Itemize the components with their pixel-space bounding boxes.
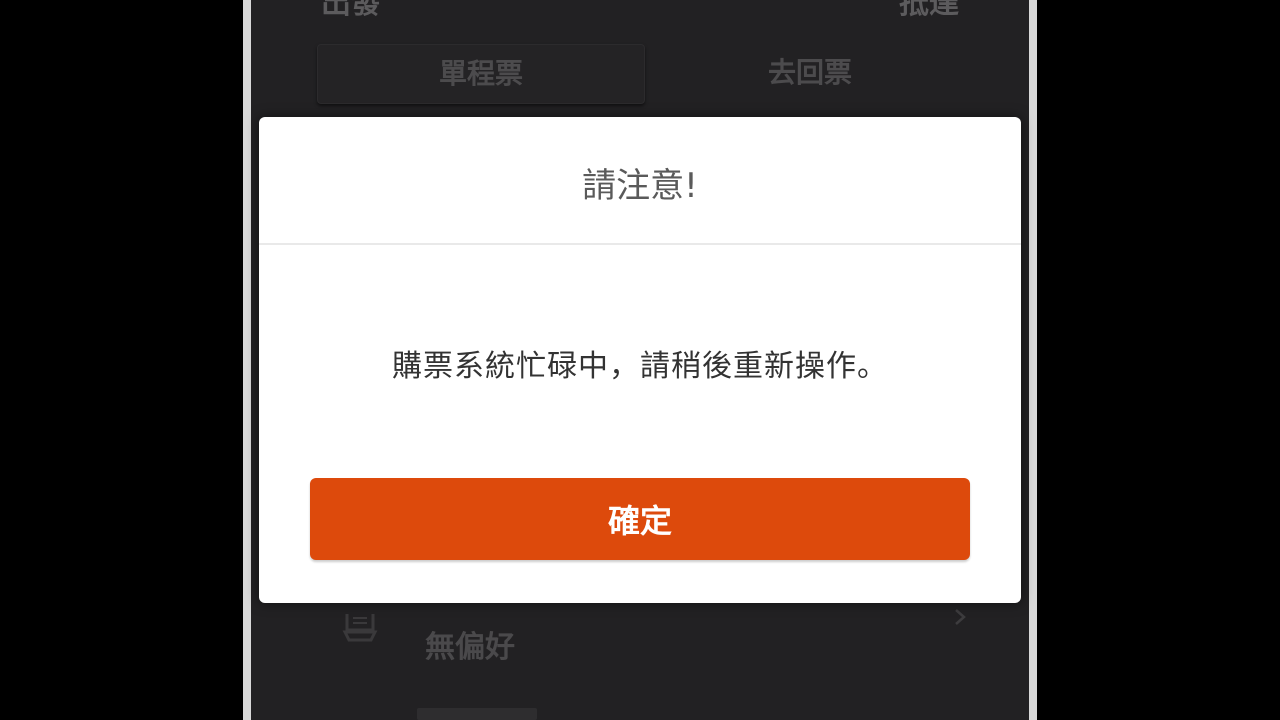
next-row-stub [417, 708, 537, 720]
seat-preference-row[interactable]: 無偏好 [331, 598, 971, 688]
dialog-title: 請注意! [582, 166, 698, 206]
tab-round-trip[interactable]: 去回票 [647, 44, 973, 102]
seat-preference-value: 無偏好 [425, 630, 515, 665]
alert-dialog: 請注意! 購票系統忙碌中，請稍後重新操作。 確定 [259, 117, 1021, 603]
dialog-divider [259, 243, 1021, 245]
confirm-button[interactable]: 確定 [310, 478, 970, 560]
trip-type-tabs: 單程票 去回票 [317, 44, 977, 104]
screen: 出發 抵達 單程票 去回票 無偏好 請注意! 購票系統忙碌中，請稍後重新操作。 … [0, 0, 1280, 720]
seat-icon [342, 614, 378, 642]
arrival-station-label: 抵達 [899, 0, 959, 21]
departure-station-label: 出發 [321, 0, 381, 21]
dialog-message: 購票系統忙碌中，請稍後重新操作。 [392, 349, 888, 384]
tab-one-way[interactable]: 單程票 [317, 44, 645, 104]
chevron-right-icon [955, 609, 966, 625]
